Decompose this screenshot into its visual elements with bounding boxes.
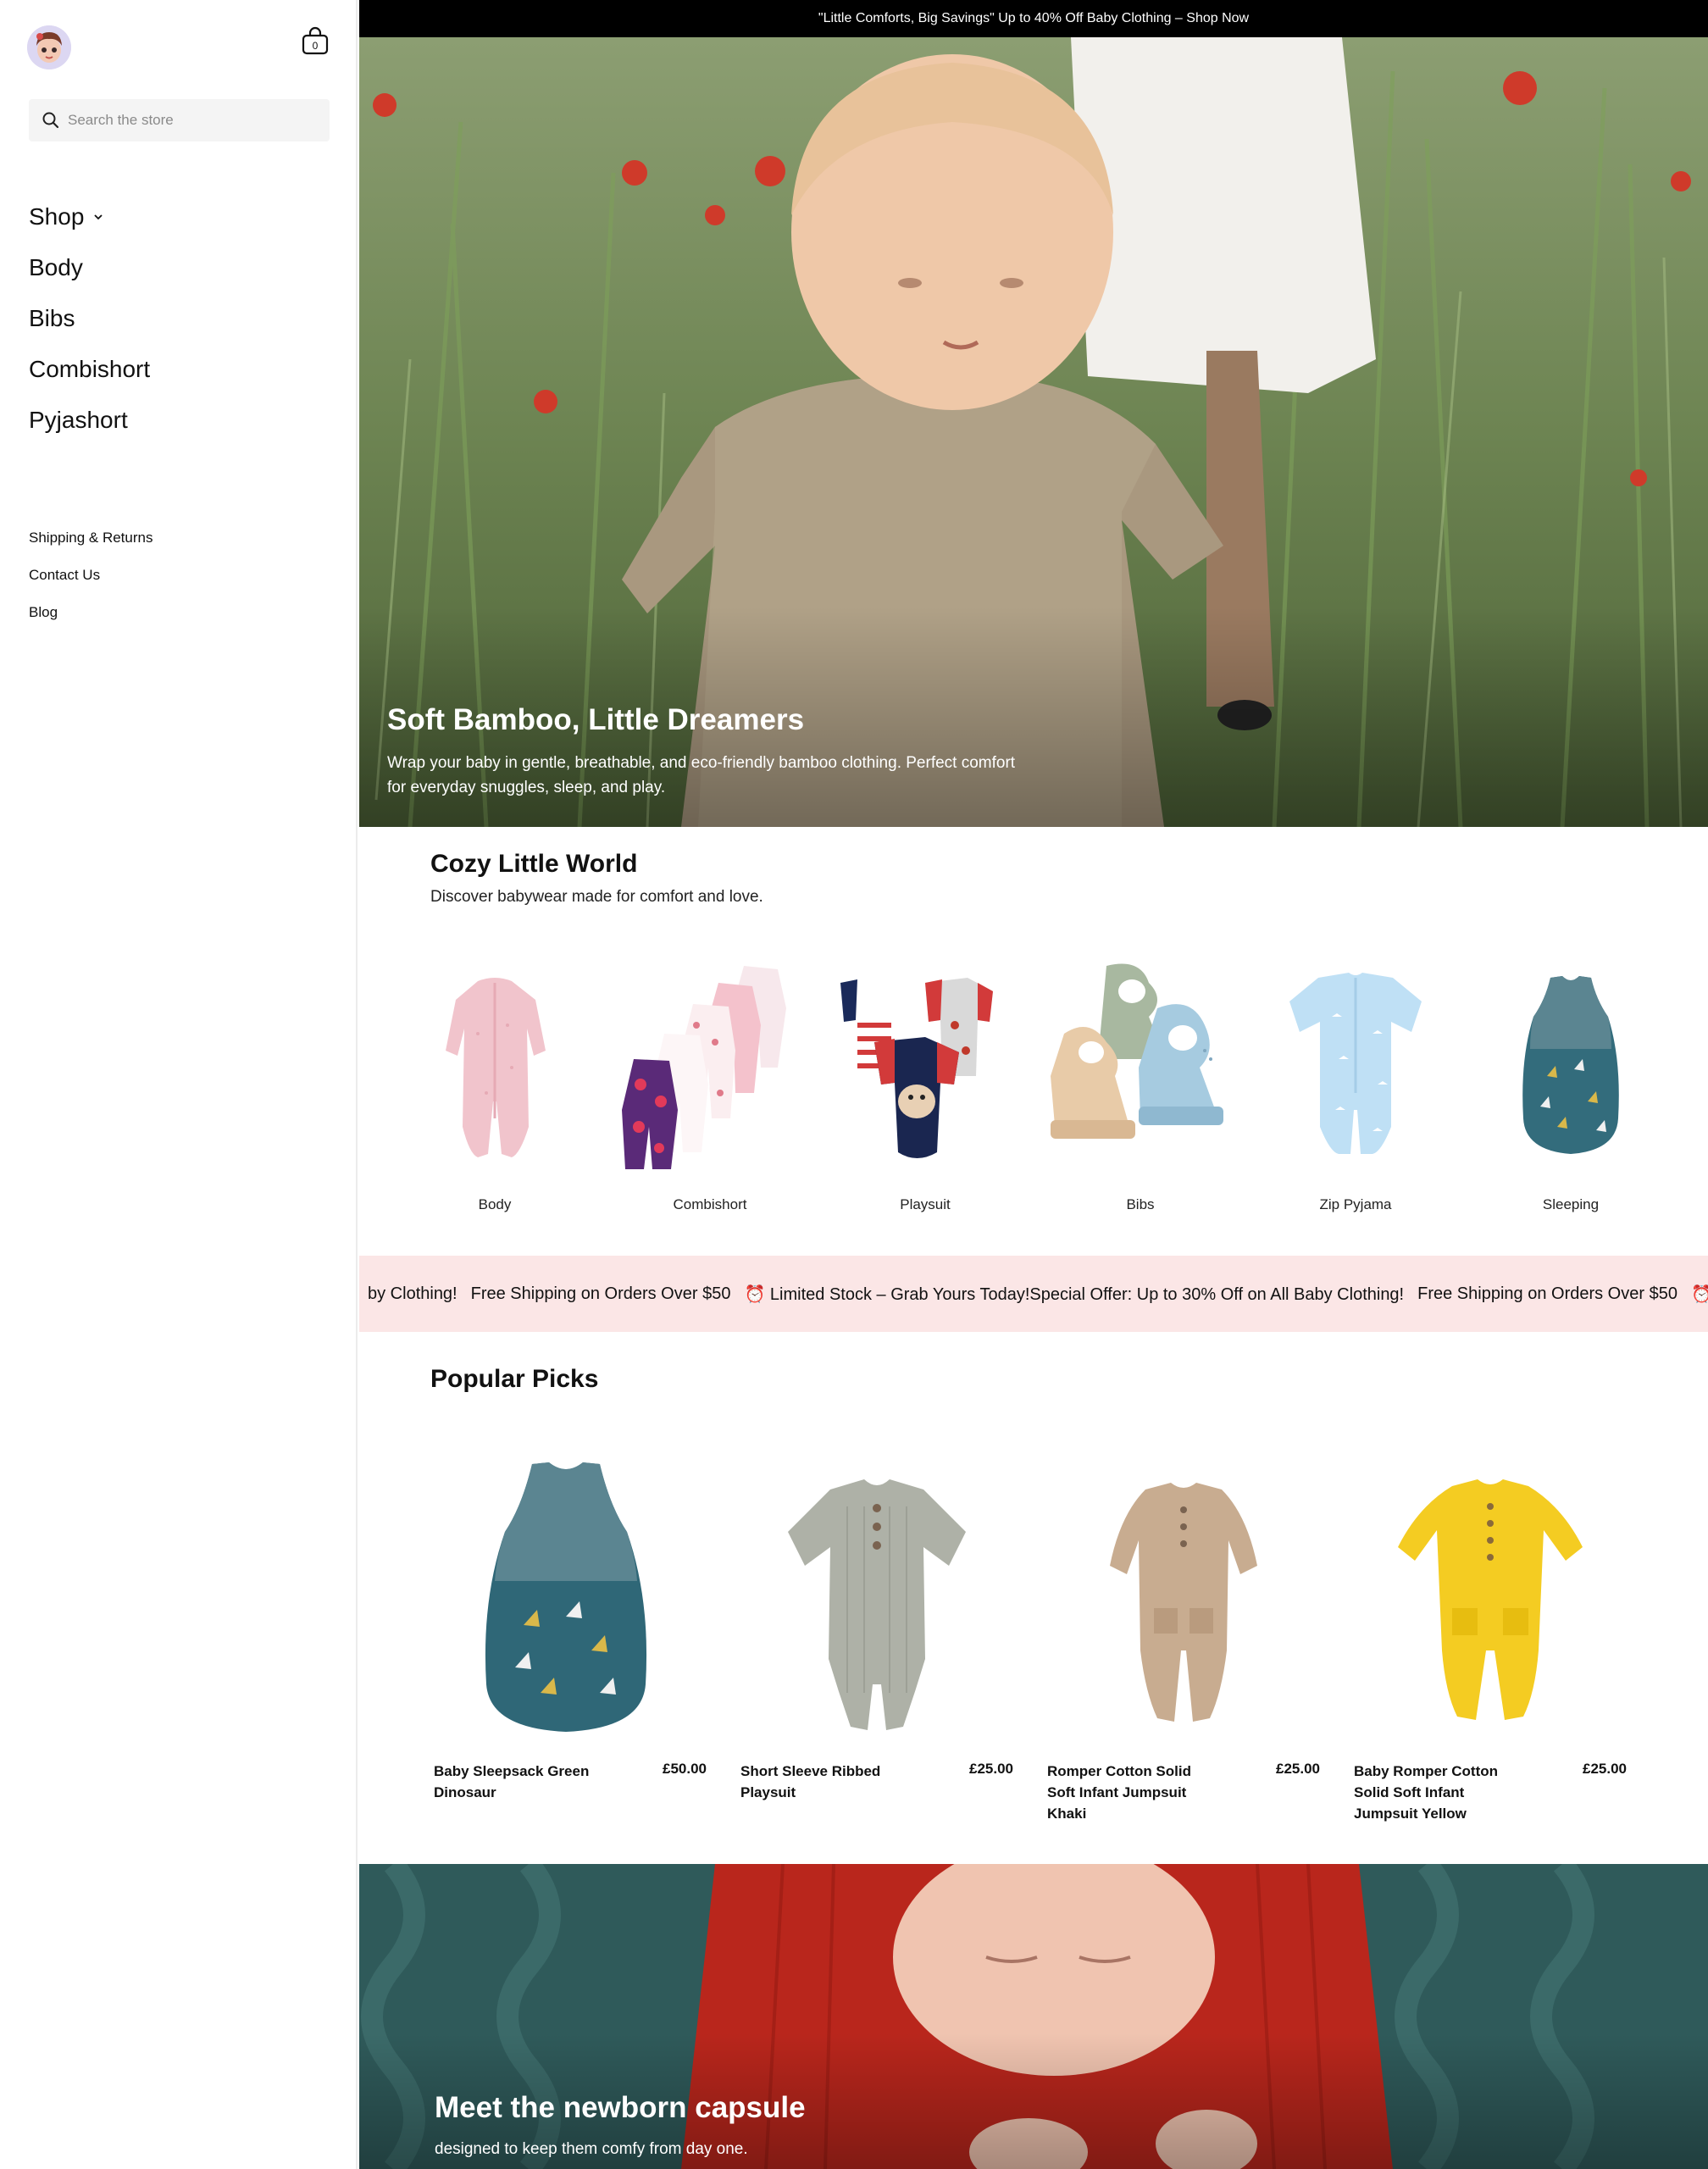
pink-body-image [446,978,546,1157]
sidebar: 0 Shop Body Bibs Combishort Pyjashort Sh… [0,0,358,2169]
nav-item-body[interactable]: Body [29,242,150,293]
search-input[interactable] [68,99,322,141]
collection-card-zip-pyjama[interactable]: Zip Pyjama [1254,957,1457,1229]
link-contact-us[interactable]: Contact Us [29,557,152,594]
nav-item-label: Bibs [29,305,75,331]
ticker-text: Free Shipping on Orders Over $50 [1417,1284,1678,1303]
product-name: Baby Sleepsack Green Dinosaur [434,1763,590,1800]
nav-item-bibs[interactable]: Bibs [29,293,150,344]
capsule-subtitle: designed to keep them comfy from day one… [435,2140,748,2158]
main-navigation: Shop Body Bibs Combishort Pyjashort [29,191,150,446]
main-content: "Little Comforts, Big Savings" Up to 40%… [359,0,1708,2169]
collection-card-combishort[interactable]: Combishort [608,957,812,1229]
hero-subtitle: Wrap your baby in gentle, breathable, an… [387,754,1016,796]
popular-picks-title: Popular Picks [430,1365,599,1393]
ribbed-playsuit-image [788,1479,966,1730]
collection-label: Bibs [1126,1196,1155,1212]
promo-ticker[interactable]: by Clothing! Free Shipping on Orders Ove… [359,1256,1708,1332]
collections-subtitle: Discover babywear made for comfort and l… [430,888,763,906]
ticker-text-partial: by Clothing! [368,1284,458,1303]
collection-card-sleeping[interactable]: Sleeping [1469,957,1672,1229]
capsule-title: Meet the newborn capsule [435,2091,806,2124]
nav-item-shop[interactable]: Shop [29,191,150,242]
ticker-text: Free Shipping on Orders Over $50 [470,1284,731,1303]
product-card[interactable]: Baby Sleepsack Green Dinosaur £50.00 [430,1439,710,1828]
link-blog[interactable]: Blog [29,594,152,631]
product-price: £25.00 [1583,1761,1627,1777]
alarm-clock-icon: ⏰ [1690,1284,1708,1304]
collection-label: Sleeping [1542,1196,1600,1212]
collection-label: Body [478,1196,512,1212]
collection-card-playsuit[interactable]: Playsuit [824,957,1027,1229]
hero-title: Soft Bamboo, Little Dreamers [387,703,805,736]
product-card[interactable]: Romper Cotton Solid Soft Infant Jumpsuit… [1044,1439,1323,1828]
silicone-bibs-image [1051,963,1223,1139]
collection-label: Zip Pyjama [1319,1196,1392,1212]
sleepsack-image [1522,976,1619,1154]
hero-banner[interactable]: Soft Bamboo, Little Dreamers Wrap your b… [359,37,1708,827]
product-card[interactable]: Baby Romper Cotton Solid Soft Infant Jum… [1350,1439,1630,1828]
secondary-navigation: Shipping & Returns Contact Us Blog [29,519,152,631]
collection-label: Playsuit [900,1196,951,1212]
product-name: Baby Romper Cotton Solid Soft Infant Jum… [1354,1763,1498,1822]
product-price: £50.00 [663,1761,707,1777]
product-name: Short Sleeve Ribbed Playsuit [740,1763,881,1800]
product-card[interactable]: Short Sleeve Ribbed Playsuit £25.00 [737,1439,1017,1828]
cart-count: 0 [313,40,319,52]
cart-bag-icon[interactable]: 0 [300,25,330,56]
product-price: £25.00 [1276,1761,1320,1777]
collection-card-bibs[interactable]: Bibs [1039,957,1242,1229]
combishort-bundle-image [622,966,786,1169]
collection-card-body[interactable]: Body [393,957,596,1229]
nav-item-label: Shop [29,203,85,230]
nav-item-combishort[interactable]: Combishort [29,344,150,395]
zip-pyjama-image [1289,973,1422,1154]
nav-item-label: Body [29,254,83,280]
romper-khaki-image [1110,1483,1257,1722]
nav-item-label: Combishort [29,356,151,382]
search-box [29,99,330,141]
romper-yellow-image [1398,1479,1583,1720]
collections-title: Cozy Little World [430,850,638,878]
collection-label: Combishort [673,1196,747,1212]
ticker-text: ⏰ Limited Stock – Grab Yours Today!Speci… [744,1284,1405,1304]
link-shipping-returns[interactable]: Shipping & Returns [29,519,152,557]
nav-item-pyjashort[interactable]: Pyjashort [29,395,150,446]
nav-item-label: Pyjashort [29,407,128,433]
sleepsack-green-dinosaur-image [485,1462,647,1732]
chevron-down-icon [94,214,103,220]
product-price: £25.00 [969,1761,1013,1777]
announcement-bar[interactable]: "Little Comforts, Big Savings" Up to 40%… [359,0,1708,37]
ticker-track: by Clothing! Free Shipping on Orders Ove… [368,1256,1708,1332]
baby-avatar-logo-icon[interactable] [27,25,71,69]
product-name: Romper Cotton Solid Soft Infant Jumpsuit… [1047,1763,1191,1822]
playsuit-bundle-image [840,978,993,1158]
search-icon[interactable] [41,110,61,130]
